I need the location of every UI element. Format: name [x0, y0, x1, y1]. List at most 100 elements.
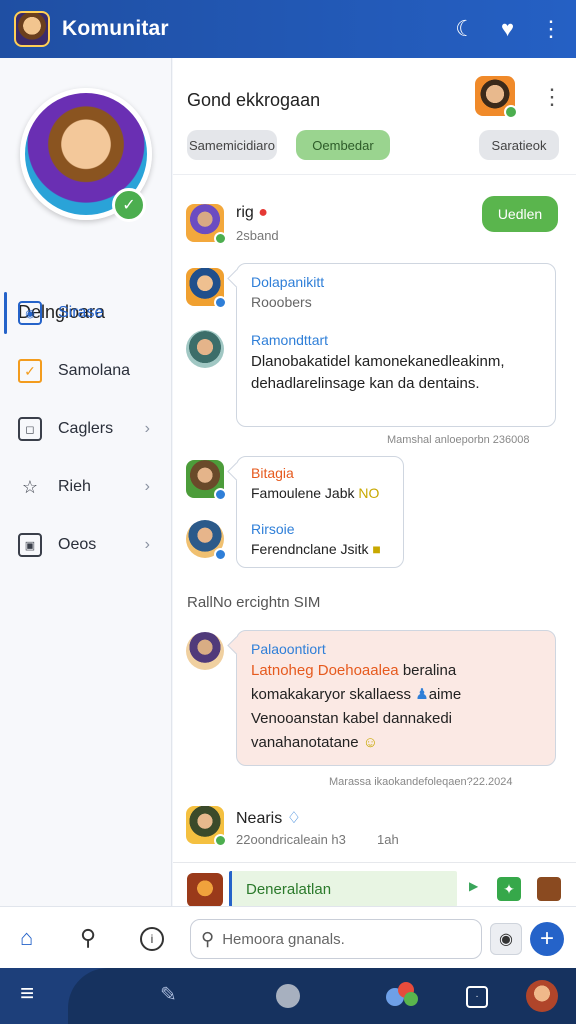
timestamp: Marassa ikaokandefoleqaen?22.2024	[329, 776, 513, 788]
home-icon[interactable]: ⌂	[20, 925, 33, 951]
status-dot-icon	[214, 232, 227, 245]
heart-icon[interactable]: ♥	[501, 18, 514, 40]
app-bar: Komunitar ☾ ♥ ⋮	[0, 0, 576, 58]
home-circle-icon[interactable]	[276, 984, 300, 1008]
message-bubble: Dolapanikitt Rooobers Ramondttart Dlanob…	[236, 263, 556, 427]
sidebar-item-label: Samolana	[58, 362, 131, 379]
smile-emoji-icon: ☺	[362, 734, 379, 751]
message-author: Ramondttart	[251, 332, 329, 348]
compose-preview: Deneralatlan ▶ ✦	[173, 862, 576, 907]
message-author: Rirsoie	[251, 521, 295, 537]
input-bar: ⌂ ⚲ i ⚲ Hemoora gnanals. ◉ +	[0, 906, 576, 968]
kebab-menu-icon[interactable]: ⋮	[541, 86, 563, 108]
sticker-icon[interactable]: ✦	[497, 877, 521, 901]
filter-chip-1[interactable]: Samemicidiaro	[187, 130, 277, 160]
app-bar-actions: ☾ ♥ ⋮	[455, 18, 562, 40]
message-text: Ferendnclane Jsitk ■	[251, 541, 381, 557]
message-subtitle: 2sband	[236, 228, 279, 243]
camera-icon: ◉	[18, 301, 42, 325]
sidebar-item-caglers[interactable]: ◻ Caglers ›	[0, 400, 172, 458]
input-placeholder: Hemoora gnanals.	[222, 930, 345, 948]
message-text: komakakaryor skallaess ♟aime	[251, 686, 462, 703]
person-emoji-icon: ♟	[415, 686, 429, 703]
play-icon[interactable]: ▶	[469, 879, 478, 893]
message-author: Palaoontiort	[251, 641, 326, 657]
image-icon[interactable]	[537, 877, 561, 901]
message-author: Nearis ♢	[236, 810, 302, 827]
people-icon[interactable]	[386, 982, 420, 1010]
message-subtitle: Rooobers	[251, 294, 312, 310]
message-time: 1ah	[377, 832, 399, 847]
status-dot-icon	[214, 296, 227, 309]
sidebar: ✓ Delngloara ◉ Sirase ✓ Samolana ◻ Cagle…	[0, 58, 172, 906]
sidebar-item-oeos[interactable]: ▣ Oeos ›	[0, 516, 172, 574]
sidebar-item-label: Oeos	[58, 536, 97, 553]
note-icon: ✓	[18, 359, 42, 383]
app-logo	[14, 11, 50, 47]
sidebar-item-label: Caglers	[58, 420, 114, 437]
bottom-nav-background	[68, 968, 576, 1024]
divider	[173, 174, 576, 175]
message-bubble: Bitagia Famoulene Jabk NO Rirsoie Ferend…	[236, 456, 404, 568]
moon-icon[interactable]: ☾	[455, 18, 475, 40]
sidebar-nav: ◉ Sirase ✓ Samolana ◻ Caglers › ☆ Rieh ›…	[0, 284, 172, 574]
online-dot-icon	[504, 105, 518, 119]
chevron-right-icon: ›	[144, 536, 150, 553]
sidebar-item-sirase[interactable]: ◉ Sirase	[0, 284, 172, 342]
message-bubble: Palaoontiort Latnoheg Doehoaalea beralin…	[236, 630, 556, 766]
status-dot-icon	[214, 548, 227, 561]
avatar[interactable]	[186, 632, 224, 670]
kebab-menu-icon[interactable]: ⋮	[540, 18, 562, 40]
chevron-right-icon: ›	[144, 420, 150, 437]
sidebar-item-rieh[interactable]: ☆ Rieh ›	[0, 458, 172, 516]
header-avatar[interactable]	[475, 76, 518, 119]
timestamp: Mamshal anloeporbn 236008	[387, 434, 530, 446]
angry-emoji-icon: ●	[258, 204, 268, 221]
info-icon[interactable]: i	[140, 927, 164, 951]
online-badge-icon: ✓	[112, 188, 146, 222]
status-dot-icon	[214, 834, 227, 847]
message-author: Dolapanikitt	[251, 274, 325, 290]
frame-icon: ◻	[18, 417, 42, 441]
main-panel: Gond ekkrogaan ⋮ Samemicidiaro Oembedar …	[173, 58, 576, 907]
camera-button[interactable]: ◉	[490, 923, 522, 955]
bottom-nav: ≡ ✎ ·	[0, 968, 576, 1024]
day-separator: Ra⁠llNo ercightn SIM	[187, 594, 321, 611]
calendar-icon[interactable]: ·	[466, 986, 488, 1008]
search-icon: ⚲	[201, 928, 215, 949]
avatar[interactable]	[186, 330, 224, 368]
message-text: Venooanstan kabel dannakedi	[251, 710, 453, 727]
menu-icon[interactable]: ≡	[20, 982, 34, 1006]
message-text: vanahanotatane ☺	[251, 734, 379, 751]
app-title: Komunitar	[62, 17, 169, 40]
filter-chip-3[interactable]: Saratieok	[479, 130, 559, 160]
message-text: dehadlarelinsage kan da dentains.	[251, 375, 480, 392]
message-text: Dlanobakatidel kamonekanedleakinm,	[251, 353, 505, 370]
add-button[interactable]: +	[530, 922, 564, 956]
search-icon[interactable]: ⚲	[80, 925, 96, 951]
message-text: Famoulene Jabk NO	[251, 485, 380, 501]
avatar[interactable]	[186, 806, 227, 847]
message-input[interactable]: ⚲ Hemoora gnanals.	[190, 919, 482, 959]
tag-icon: ■	[372, 541, 381, 557]
attachment-thumbnail[interactable]	[187, 873, 223, 907]
sidebar-item-label: Sirase	[58, 304, 104, 321]
gallery-icon: ▣	[18, 533, 42, 557]
avatar[interactable]	[186, 460, 227, 501]
compose-draft[interactable]: Deneralatlan	[229, 871, 457, 907]
avatar[interactable]	[186, 520, 227, 561]
message-author: Bitagia	[251, 465, 294, 481]
profile-icon[interactable]	[526, 980, 558, 1012]
avatar[interactable]	[186, 204, 227, 245]
reply-button[interactable]: Uedlen	[482, 196, 558, 232]
sidebar-item-label: Rieh	[58, 478, 91, 495]
avatar[interactable]	[186, 268, 227, 309]
message-text: Latnoheg Doehoaalea beralina	[251, 662, 457, 679]
verified-icon: ♢	[286, 810, 302, 827]
message-subtitle: 22oondricaleain h3	[236, 832, 346, 847]
page-title: Gond ekkrogaan	[187, 90, 321, 110]
sidebar-item-samolana[interactable]: ✓ Samolana	[0, 342, 172, 400]
star-icon: ☆	[21, 476, 39, 497]
filter-chip-2[interactable]: Oembedar	[296, 130, 390, 160]
tool-icon[interactable]: ✎	[160, 985, 177, 1005]
